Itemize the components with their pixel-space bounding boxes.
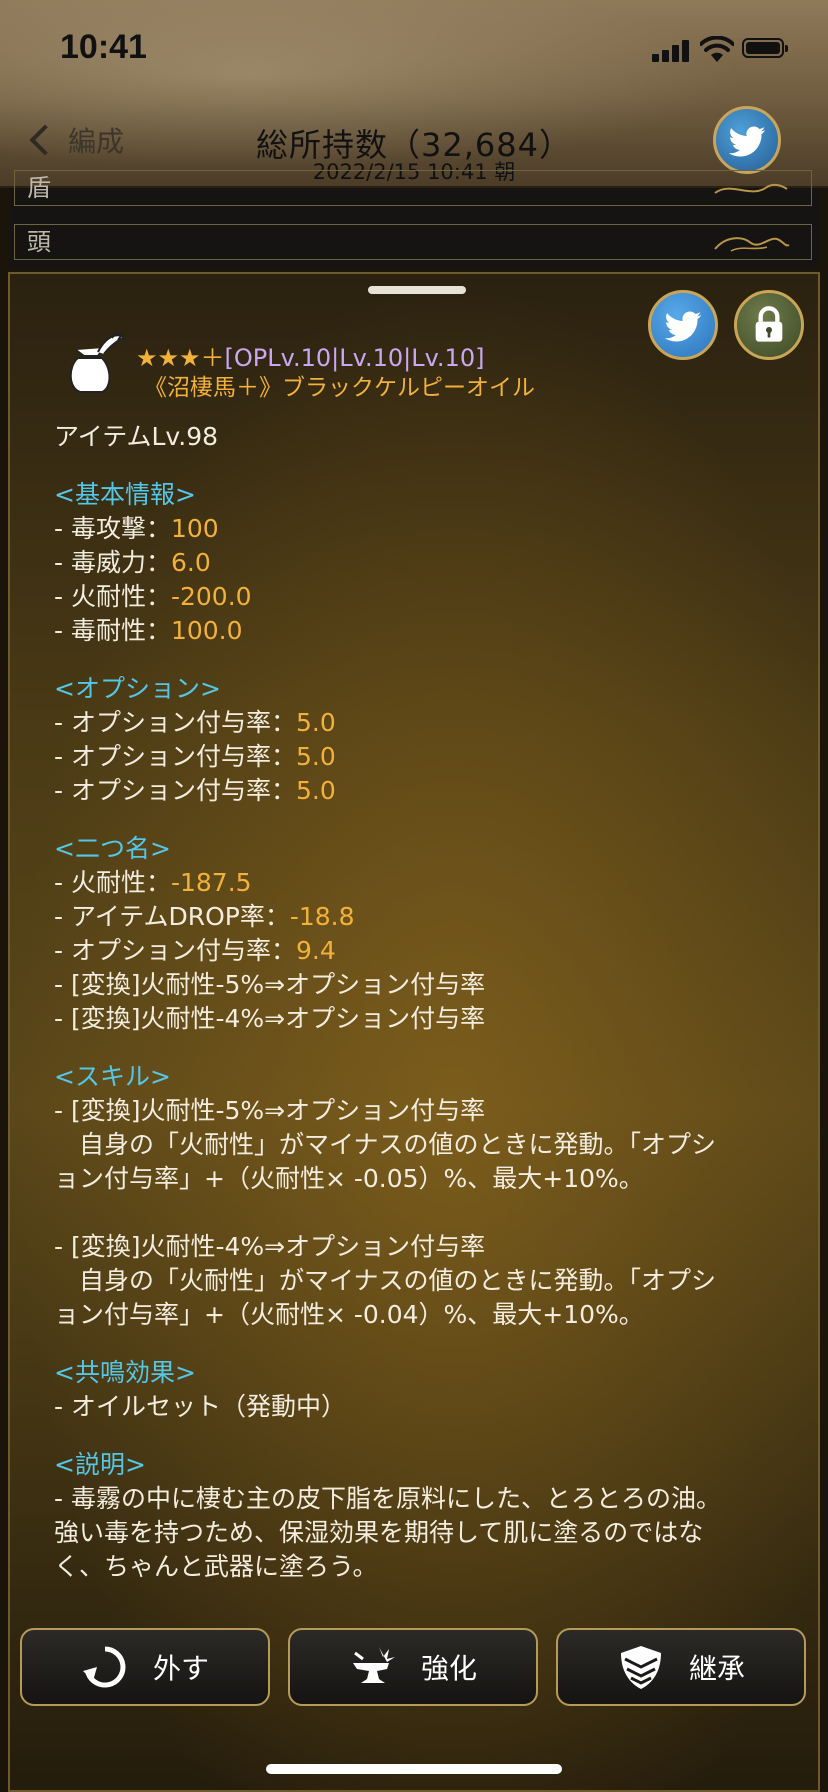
stat-label: - アイテムDROP率： [54,902,290,931]
action-bar: 外す 強化 継承 [20,1628,810,1706]
section-title-option: <オプション> [54,674,221,703]
stat-line: - オプション付与率：5.0 [54,706,784,740]
stat-line: - 毒威力：6.0 [54,546,784,580]
inherit-label: 継承 [688,1652,745,1685]
stat-line: - オプション付与率：9.4 [54,934,784,968]
section-title-description: <説明> [54,1450,146,1479]
anvil-icon [352,1647,395,1683]
shield-icon [620,1646,661,1689]
skill-description: 自身の「火耐性」がマイナスの値のときに発動。「オプシ [54,1266,717,1295]
list-item-label: 頭 [27,228,51,256]
stat-label: - 毒威力： [54,548,171,577]
skill-name: - [変換]火耐性-4%⇒オプション付与率 [54,1232,486,1261]
skill-description: 自身の「火耐性」がマイナスの値のときに発動。「オプシ [54,1130,717,1159]
wifi-icon [700,36,734,62]
description-text: く、ちゃんと武器に塗ろう。 [54,1552,378,1581]
stat-line: - [変換]火耐性-5%⇒オプション付与率 [54,968,784,1002]
stat-value: 5.0 [295,742,336,771]
status-time: 10:41 [60,28,147,66]
list-item-head[interactable]: 頭 [14,224,812,260]
home-indicator[interactable] [266,1764,562,1774]
list-item-shield[interactable]: 盾 [14,170,812,206]
stat-label: - 火耐性： [54,868,171,897]
twitter-icon [728,126,766,157]
stat-label: - [変換]火耐性-4%⇒オプション付与率 [54,1004,486,1033]
stat-line: - 毒攻撃：100 [54,512,784,546]
stat-line: - アイテムDROP率：-18.8 [54,900,784,934]
drag-handle[interactable] [368,286,466,294]
section-title-resonance: <共鳴効果> [54,1358,196,1387]
resonance-line: - オイルセット（発動中） [54,1392,346,1421]
skill-name: - [変換]火耐性-5%⇒オプション付与率 [54,1096,486,1125]
section-title-skill: <スキル> [54,1062,171,1091]
share-twitter-button[interactable] [648,290,718,360]
item-level: アイテムLv.98 [54,422,219,451]
description-text: 強い毒を持つため、保湿効果を期待して肌に塗るのではな [54,1518,704,1547]
battery-icon [742,38,788,58]
header-twitter-button[interactable] [713,106,781,174]
stat-value: 6.0 [170,548,211,577]
stat-label: - [変換]火耐性-5%⇒オプション付与率 [54,970,486,999]
stat-label: - オプション付与率： [54,776,296,805]
stat-value: 9.4 [295,936,336,965]
oil-bag-icon [69,331,126,393]
section-title-epithet: <二つ名> [54,834,171,863]
stat-label: - 毒攻撃： [54,514,171,543]
enhance-label: 強化 [420,1652,477,1685]
ornament-icon [714,183,788,194]
inherit-button[interactable]: 継承 [556,1628,806,1706]
lock-icon [755,306,783,342]
remove-button[interactable]: 外す [20,1628,270,1706]
enhance-button[interactable]: 強化 [288,1628,538,1706]
skill-description: ョン付与率」+（火耐性× -0.05）%、最大+10%。 [54,1164,644,1193]
stat-value: -18.8 [289,902,355,931]
stat-label: - オプション付与率： [54,742,296,771]
section-title-basic: <基本情報> [54,480,196,509]
description-text: - 毒霧の中に棲む主の皮下脂を原料にした、とろとろの油。 [54,1484,721,1513]
ornament-icon [714,237,790,252]
twitter-icon [664,311,702,342]
stat-value: -187.5 [170,868,252,897]
stat-value: 5.0 [295,776,336,805]
stat-value: 100 [170,514,219,543]
list-item-label: 盾 [27,174,51,202]
stat-label: - 火耐性： [54,582,171,611]
stat-value: 100.0 [170,616,243,645]
stat-value: 5.0 [295,708,336,737]
remove-label: 外す [152,1652,209,1685]
stat-line: - オプション付与率：5.0 [54,774,784,808]
status-bar: 10:41 [0,0,828,90]
stat-label: - オプション付与率： [54,936,296,965]
equipment-list: 盾 頭 [10,170,818,268]
rotate-icon [82,1646,126,1688]
signal-icon [652,40,694,62]
stat-value: -200.0 [170,582,252,611]
stat-line: - 毒耐性：100.0 [54,614,784,648]
app-header: 10:41 編成 総所持数（32,684） 2022/2/15 10:41 朝 [0,0,828,188]
stat-line: - 火耐性：-200.0 [54,580,784,614]
lock-button[interactable] [734,290,804,360]
item-details: アイテムLv.98 <基本情報> - 毒攻撃：100 - 毒威力：6.0 - 火… [54,420,784,1584]
stat-line: - オプション付与率：5.0 [54,740,784,774]
stat-label: - オプション付与率： [54,708,296,737]
skill-description: ョン付与率」+（火耐性× -0.04）%、最大+10%。 [54,1300,644,1329]
stat-line: - [変換]火耐性-4%⇒オプション付与率 [54,1002,784,1036]
item-detail-panel: ★★★＋[OPLv.10|Lv.10|Lv.10] 《沼棲馬＋》ブラックケルピー… [8,272,820,1792]
stat-line: - 火耐性：-187.5 [54,866,784,900]
stat-label: - 毒耐性： [54,616,171,645]
item-name: 《沼棲馬＋》ブラックケルピーオイル [144,375,535,401]
